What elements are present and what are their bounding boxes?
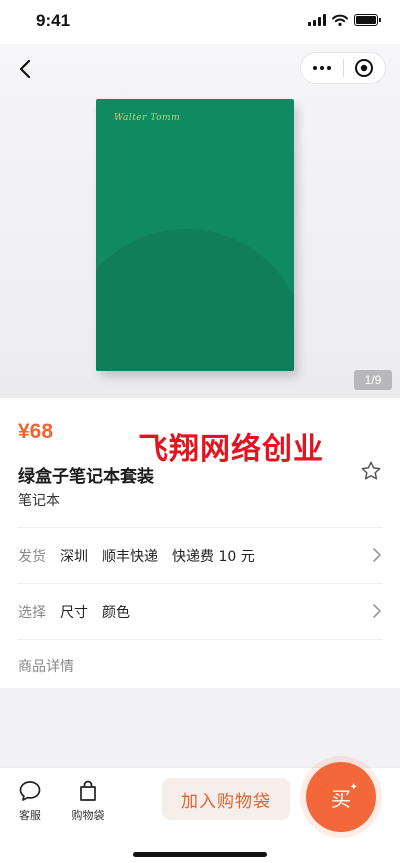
customer-service-label: 客服 bbox=[19, 809, 41, 822]
chevron-left-icon bbox=[19, 59, 31, 79]
home-indicator bbox=[133, 852, 267, 857]
shipping-fee: 快递费 10 元 bbox=[172, 549, 255, 565]
shipping-location: 深圳 bbox=[60, 549, 88, 565]
product-photo-notebook: Walter Tomm bbox=[96, 99, 294, 371]
divider bbox=[18, 639, 382, 640]
star-icon bbox=[361, 461, 381, 480]
status-bar: 9:41 bbox=[0, 0, 400, 44]
shipping-carrier: 顺丰快递 bbox=[102, 549, 158, 565]
shipping-row[interactable]: 发货 深圳 顺丰快递 快递费 10 元 bbox=[18, 528, 386, 584]
buy-button[interactable]: 买 ✦ bbox=[306, 762, 376, 832]
image-page-indicator: 1/9 bbox=[354, 370, 392, 390]
product-price: ¥68 bbox=[18, 420, 54, 443]
chevron-right-icon bbox=[373, 604, 381, 618]
more-button[interactable] bbox=[301, 53, 343, 83]
option-color: 颜色 bbox=[102, 605, 130, 621]
options-label: 选择 bbox=[18, 605, 46, 621]
product-info-card: ¥68 飞翔网络创业 绿盒子笔记本套装 笔记本 发货 深圳 顺丰快递 快递费 1… bbox=[0, 398, 400, 688]
shopping-bag-label: 购物袋 bbox=[71, 809, 105, 822]
battery-icon bbox=[354, 14, 381, 26]
target-icon bbox=[355, 59, 374, 77]
customer-service-button[interactable]: 客服 bbox=[6, 780, 54, 823]
chevron-right-icon bbox=[373, 548, 381, 562]
sparkle-icon: ✦ bbox=[349, 782, 358, 793]
option-size: 尺寸 bbox=[60, 605, 88, 621]
shopping-bag-icon bbox=[80, 780, 96, 801]
product-details-label: 商品详情 bbox=[18, 659, 74, 675]
favorite-button[interactable] bbox=[358, 458, 384, 484]
product-subtitle: 笔记本 bbox=[18, 493, 60, 509]
watermark-text: 飞翔网络创业 bbox=[138, 432, 324, 467]
chat-bubble-icon bbox=[19, 781, 41, 801]
bottom-action-bar: 客服 购物袋 加入购物袋 买 ✦ bbox=[0, 762, 400, 863]
shipping-label: 发货 bbox=[18, 549, 46, 565]
add-to-bag-button[interactable]: 加入购物袋 bbox=[162, 778, 290, 820]
status-icons bbox=[308, 14, 381, 26]
back-button[interactable] bbox=[12, 54, 38, 84]
options-row[interactable]: 选择 尺寸 颜色 bbox=[18, 584, 386, 640]
product-title: 绿盒子笔记本套装 bbox=[18, 467, 154, 487]
notebook-brand-text: Walter Tomm bbox=[114, 113, 181, 123]
wifi-icon bbox=[332, 14, 348, 26]
more-dots-icon bbox=[312, 66, 331, 70]
close-miniprogram-button[interactable] bbox=[344, 53, 386, 83]
mini-program-capsule bbox=[300, 52, 386, 84]
product-image-carousel[interactable]: Walter Tomm 1/9 bbox=[0, 44, 400, 398]
shopping-bag-button[interactable]: 购物袋 bbox=[64, 780, 112, 823]
status-time: 9:41 bbox=[36, 11, 71, 30]
signal-icon bbox=[308, 14, 326, 26]
buy-label: 买 bbox=[331, 786, 351, 811]
